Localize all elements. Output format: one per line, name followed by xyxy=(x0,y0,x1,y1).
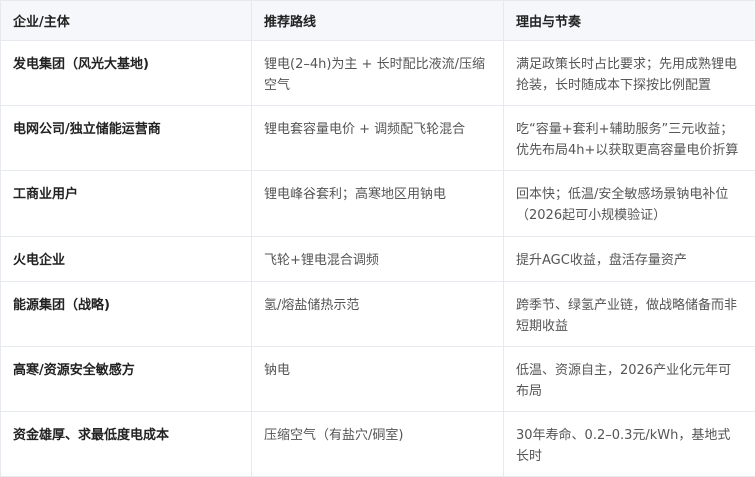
subject-cell: 发电集团（风光大基地) xyxy=(1,41,252,106)
route-cell: 飞轮+锂电混合调频 xyxy=(252,237,504,282)
subject-cell: 电网公司/独立储能运营商 xyxy=(1,106,252,171)
table-row: 工商业用户 锂电峰谷套利；高寒地区用钠电 回本快；低温/安全敏感场景钠电补位（2… xyxy=(1,171,755,237)
reason-cell: 吃“容量+套利+辅助服务”三元收益；优先布局4h+以获取更高容量电价折算 xyxy=(504,106,755,171)
subject-cell: 高寒/资源安全敏感方 xyxy=(1,347,252,412)
route-cell: 锂电(2–4h)为主 + 长时配比液流/压缩空气 xyxy=(252,41,504,106)
table-row: 能源集团（战略) 氢/熔盐储热示范 跨季节、绿氢产业链，做战略储备而非短期收益 xyxy=(1,282,755,347)
table-row: 高寒/资源安全敏感方 钠电 低温、资源自主，2026产业化元年可布局 xyxy=(1,347,755,412)
subject-cell: 能源集团（战略) xyxy=(1,282,252,347)
reason-cell: 满足政策长时占比要求；先用成熟锂电抢装，长时随成本下探按比例配置 xyxy=(504,41,755,106)
reason-cell: 回本快；低温/安全敏感场景钠电补位（2026起可小规模验证） xyxy=(504,171,755,237)
subject-cell: 资金雄厚、求最低度电成本 xyxy=(1,412,252,477)
table-row: 电网公司/独立储能运营商 锂电套容量电价 + 调频配飞轮混合 吃“容量+套利+辅… xyxy=(1,106,755,171)
route-cell: 锂电峰谷套利；高寒地区用钠电 xyxy=(252,171,504,237)
table-row: 发电集团（风光大基地) 锂电(2–4h)为主 + 长时配比液流/压缩空气 满足政… xyxy=(1,41,755,106)
table-row: 资金雄厚、求最低度电成本 压缩空气（有盐穴/硐室) 30年寿命、0.2–0.3元… xyxy=(1,412,755,477)
table-row: 火电企业 飞轮+锂电混合调频 提升AGC收益，盘活存量资产 xyxy=(1,237,755,282)
route-cell: 氢/熔盐储热示范 xyxy=(252,282,504,347)
route-cell: 钠电 xyxy=(252,347,504,412)
header-route: 推荐路线 xyxy=(252,1,504,41)
header-subject: 企业/主体 xyxy=(1,1,252,41)
subject-cell: 火电企业 xyxy=(1,237,252,282)
header-reason: 理由与节奏 xyxy=(504,1,755,41)
reason-cell: 30年寿命、0.2–0.3元/kWh，基地式长时 xyxy=(504,412,755,477)
energy-storage-table: 企业/主体 推荐路线 理由与节奏 发电集团（风光大基地) 锂电(2–4h)为主 … xyxy=(0,0,755,477)
route-cell: 锂电套容量电价 + 调频配飞轮混合 xyxy=(252,106,504,171)
reason-cell: 低温、资源自主，2026产业化元年可布局 xyxy=(504,347,755,412)
table-header-row: 企业/主体 推荐路线 理由与节奏 xyxy=(1,1,755,41)
subject-cell: 工商业用户 xyxy=(1,171,252,237)
reason-cell: 提升AGC收益，盘活存量资产 xyxy=(504,237,755,282)
reason-cell: 跨季节、绿氢产业链，做战略储备而非短期收益 xyxy=(504,282,755,347)
route-cell: 压缩空气（有盐穴/硐室) xyxy=(252,412,504,477)
